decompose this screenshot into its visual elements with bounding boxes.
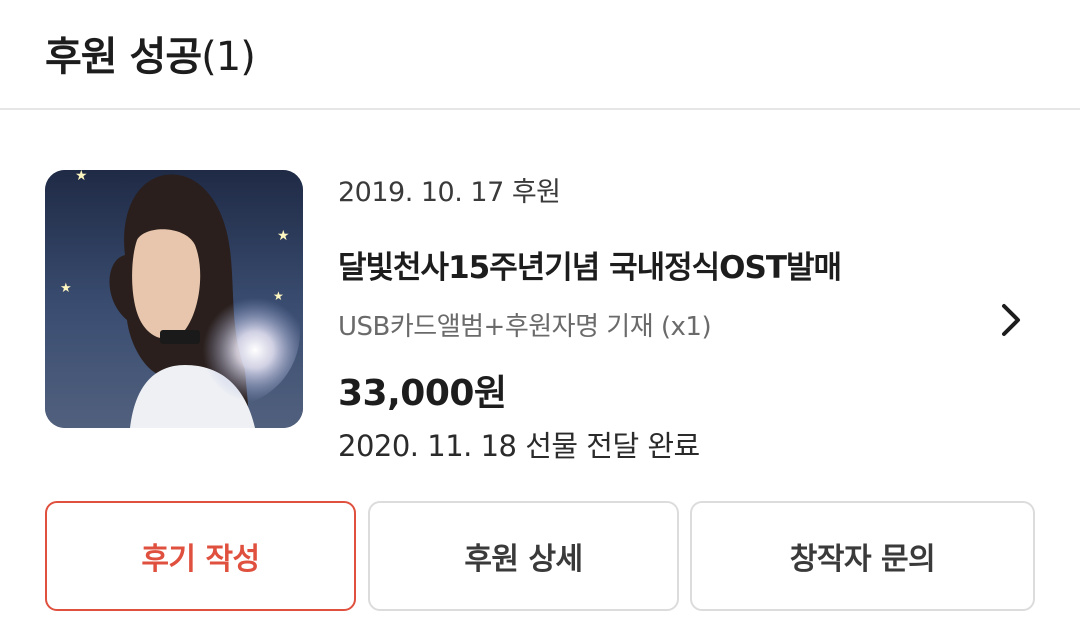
project-thumbnail[interactable]: ★ ★ ★ ★ [45,170,303,428]
page-title: 후원 성공(1) [45,24,256,82]
reward-option: USB카드앨범+후원자명 기재 (x1) [338,312,712,342]
pledge-detail-button[interactable]: 후원 상세 [368,501,679,611]
svg-text:★: ★ [60,281,72,296]
write-review-button[interactable]: 후기 작성 [45,501,356,611]
svg-text:★: ★ [75,170,88,184]
pledge-amount: 33,000원 [338,373,507,414]
pledge-count: (1) [201,34,256,80]
page-title-text: 후원 성공 [45,34,202,80]
contact-creator-button[interactable]: 창작자 문의 [690,501,1035,611]
delivery-status: 2020. 11. 18 선물 전달 완료 [338,429,700,463]
project-title[interactable]: 달빛천사15주년기념 국내정식OST발매 [338,242,842,287]
project-thumbnail-image: ★ ★ ★ ★ [45,170,303,428]
pledge-card[interactable]: ★ ★ ★ ★ 2019. 10. 17 후원 달빛천사15주년기념 국내정식O… [0,112,1080,627]
svg-text:★: ★ [273,289,284,303]
page-header: 후원 성공(1) [0,0,1080,110]
svg-text:★: ★ [277,228,290,244]
chevron-right-icon[interactable] [992,300,1032,340]
pledge-date: 2019. 10. 17 후원 [338,177,561,208]
